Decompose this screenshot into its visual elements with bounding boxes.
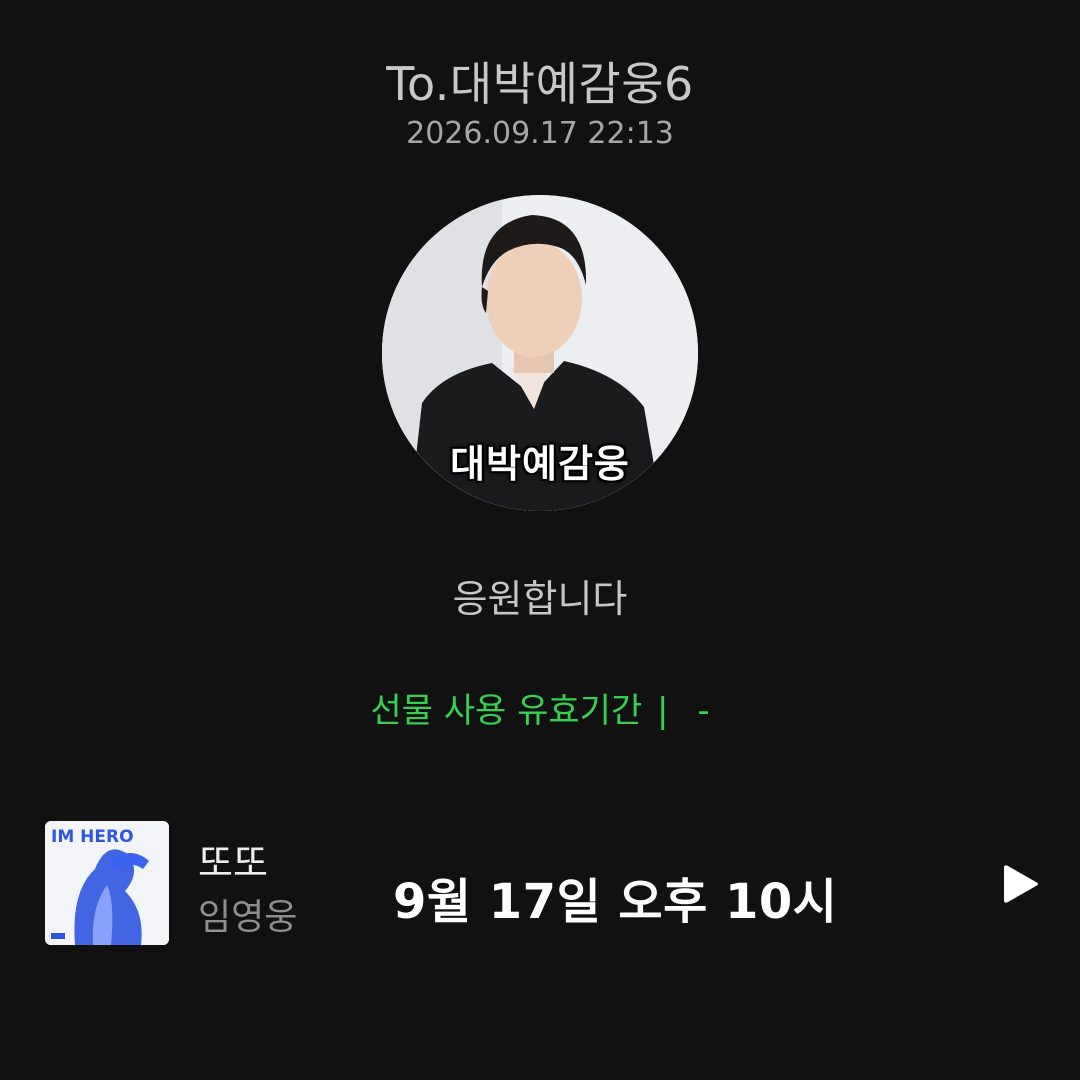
song-title: 또또 bbox=[198, 841, 268, 885]
play-icon bbox=[1004, 865, 1038, 903]
song-artist: 임영웅 bbox=[198, 897, 298, 938]
album-cover-text: IM HERO bbox=[51, 827, 134, 847]
profile-image-caption: 대박예감웅 bbox=[450, 442, 630, 486]
album-art[interactable]: IM HERO bbox=[45, 821, 169, 945]
validity-label: 선물 사용 유효기간 bbox=[370, 691, 643, 731]
sent-timestamp: 2026.09.17 22:13 bbox=[406, 116, 674, 151]
album-cover-image: IM HERO bbox=[45, 821, 169, 945]
gift-validity-period: 선물 사용 유효기간 | - bbox=[0, 683, 1080, 732]
gift-message: 응원합니다 bbox=[452, 577, 628, 621]
recipient-title: To.대박예감웅6 bbox=[386, 57, 694, 111]
profile-image: 대박예감웅 bbox=[382, 195, 698, 511]
overlay-date-text: 9월 17일 오후 10시 bbox=[393, 874, 838, 930]
validity-value: - bbox=[697, 691, 710, 731]
gift-message-screen: To.대박예감웅6 2026.09.17 22:13 대박예감웅 응원합니다 선… bbox=[0, 0, 1080, 1080]
validity-separator: | bbox=[657, 691, 669, 731]
music-player[interactable]: IM HERO 또또 임영웅 9월 17일 오후 10시 bbox=[0, 820, 1080, 946]
play-button[interactable] bbox=[996, 860, 1044, 908]
